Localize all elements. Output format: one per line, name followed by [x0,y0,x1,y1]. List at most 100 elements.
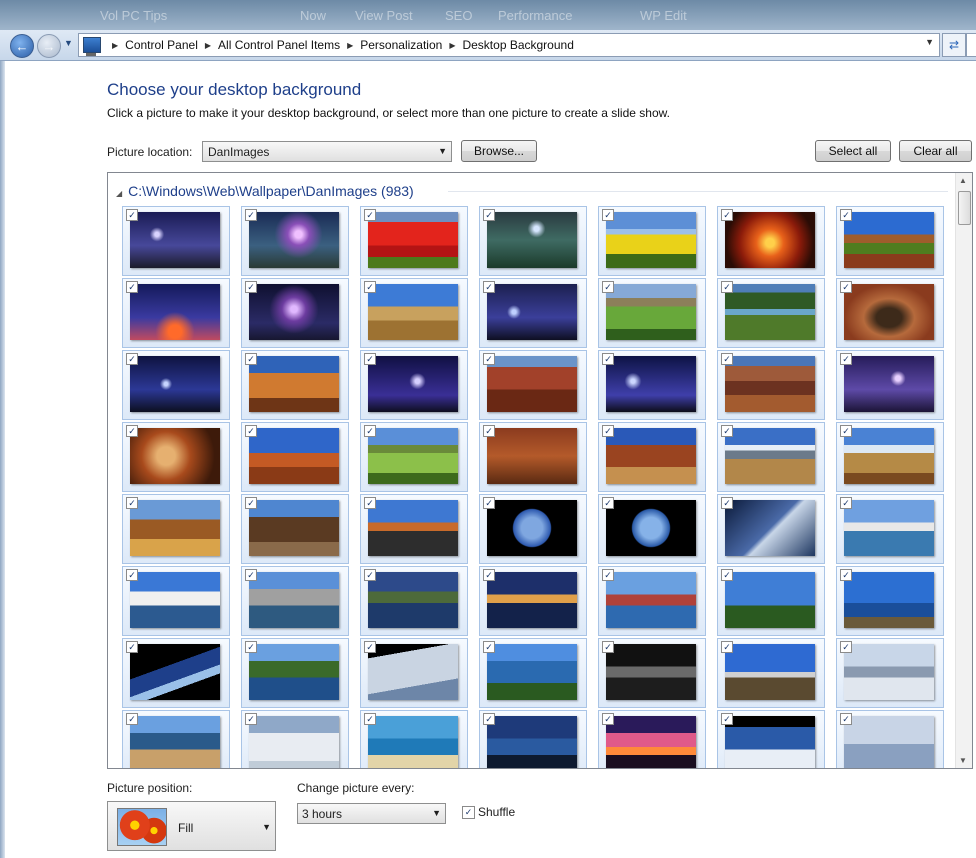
tile-checkbox[interactable]: ✓ [126,353,138,365]
tile-checkbox[interactable]: ✓ [364,209,376,221]
tile-checkbox[interactable]: ✓ [245,209,257,221]
tile-checkbox[interactable]: ✓ [602,641,614,653]
tile-checkbox[interactable]: ✓ [721,425,733,437]
wallpaper-tile-earth-globe-alt[interactable]: ✓ [598,494,706,564]
tile-checkbox[interactable]: ✓ [126,497,138,509]
wallpaper-tile-sunset-fire-clouds[interactable]: ✓ [717,206,825,276]
wallpaper-tile-wooden-barn[interactable]: ✓ [122,494,230,564]
tile-checkbox[interactable]: ✓ [721,569,733,581]
tile-checkbox[interactable]: ✓ [602,353,614,365]
tile-checkbox[interactable]: ✓ [364,281,376,293]
tile-checkbox[interactable]: ✓ [602,713,614,725]
chevron-right-icon[interactable]: ▶ [205,41,211,50]
wallpaper-tile-lightning-ocean-sunset[interactable]: ✓ [122,278,230,348]
shuffle-label[interactable]: Shuffle [478,805,515,819]
wallpaper-tile-grand-canyon[interactable]: ✓ [717,350,825,420]
wallpaper-tile-lightning-single[interactable]: ✓ [598,350,706,420]
tile-checkbox[interactable]: ✓ [602,425,614,437]
clear-all-button[interactable]: Clear all [899,140,972,162]
scroll-down-icon[interactable]: ▼ [959,756,967,765]
wallpaper-tile-lightning-night-water[interactable]: ✓ [241,278,349,348]
wallpaper-tile-wild-west-town[interactable]: ✓ [241,494,349,564]
breadcrumb-all-items[interactable]: All Control Panel Items [218,38,340,52]
tile-checkbox[interactable]: ✓ [840,281,852,293]
wallpaper-tile-rock-formation-sunset[interactable]: ✓ [241,350,349,420]
wallpaper-tile-coastline-lighthouse[interactable]: ✓ [479,638,587,708]
tile-checkbox[interactable]: ✓ [602,209,614,221]
tile-checkbox[interactable]: ✓ [483,497,495,509]
tile-checkbox[interactable]: ✓ [364,353,376,365]
wallpaper-tile-red-barn-field[interactable]: ✓ [836,206,944,276]
picture-position-select[interactable]: Fill ▼ [107,801,276,851]
tile-checkbox[interactable]: ✓ [483,713,495,725]
shuffle-checkbox[interactable]: ✓ [462,806,475,819]
tile-checkbox[interactable]: ✓ [364,569,376,581]
tile-checkbox[interactable]: ✓ [840,713,852,725]
wallpaper-tile-lightning-blue-city[interactable]: ✓ [479,278,587,348]
tile-checkbox[interactable]: ✓ [840,569,852,581]
tile-checkbox[interactable]: ✓ [721,641,733,653]
scroll-up-icon[interactable]: ▲ [959,176,967,185]
select-all-button[interactable]: Select all [815,140,891,162]
wallpaper-tile-lighthouse-coast[interactable]: ✓ [836,566,944,636]
tile-checkbox[interactable]: ✓ [126,281,138,293]
tile-checkbox[interactable]: ✓ [245,281,257,293]
tile-checkbox[interactable]: ✓ [840,641,852,653]
tile-checkbox[interactable]: ✓ [840,497,852,509]
wallpaper-tile-canyon-bend[interactable]: ✓ [836,278,944,348]
tile-checkbox[interactable]: ✓ [721,281,733,293]
wallpaper-tile-lighthouse-rocks[interactable]: ✓ [717,638,825,708]
tile-checkbox[interactable]: ✓ [483,641,495,653]
wallpaper-tile-fishing-village[interactable]: ✓ [598,566,706,636]
browse-button[interactable]: Browse... [461,140,537,162]
tile-checkbox[interactable]: ✓ [364,497,376,509]
change-interval-select[interactable]: 3 hours ▼ [297,803,446,824]
refresh-button[interactable]: ⇄ [942,33,966,57]
wallpaper-tile-golf-course-valley[interactable]: ✓ [598,278,706,348]
breadcrumb-desktop-background[interactable]: Desktop Background [462,38,573,52]
wallpaper-tile-lagoon-beach[interactable]: ✓ [360,710,468,768]
tile-checkbox[interactable]: ✓ [126,209,138,221]
tile-checkbox[interactable]: ✓ [126,425,138,437]
wallpaper-tile-marina-boats[interactable]: ✓ [122,566,230,636]
tile-checkbox[interactable]: ✓ [840,353,852,365]
wallpaper-tile-mountain-prairie[interactable]: ✓ [717,422,825,492]
tile-checkbox[interactable]: ✓ [483,209,495,221]
wallpaper-tile-sunset-silhouette[interactable]: ✓ [598,710,706,768]
picture-location-select[interactable]: DanImages ▼ [202,141,452,162]
tile-checkbox[interactable]: ✓ [245,569,257,581]
wallpaper-tile-earth-horizon[interactable]: ✓ [122,638,230,708]
tile-checkbox[interactable]: ✓ [483,281,495,293]
tile-checkbox[interactable]: ✓ [126,713,138,725]
collapse-triangle-icon[interactable]: ◢ [116,189,122,198]
wallpaper-tile-lightning-purple-sky[interactable]: ✓ [241,206,349,276]
wallpaper-tile-desert-road[interactable]: ✓ [360,494,468,564]
back-button[interactable]: ← [10,34,34,58]
tile-checkbox[interactable]: ✓ [721,209,733,221]
vertical-scrollbar[interactable]: ▲ ▼ [955,173,972,768]
chevron-right-icon[interactable]: ▶ [112,41,118,50]
tile-checkbox[interactable]: ✓ [602,497,614,509]
tile-checkbox[interactable]: ✓ [840,425,852,437]
tile-checkbox[interactable]: ✓ [483,425,495,437]
address-bar[interactable]: ▶ Control Panel ▶ All Control Panel Item… [78,33,940,57]
recent-pages-dropdown-icon[interactable]: ▼ [64,38,73,48]
wallpaper-tile-shuttle-blue[interactable]: ✓ [836,710,944,768]
tile-checkbox[interactable]: ✓ [721,497,733,509]
tile-checkbox[interactable]: ✓ [721,353,733,365]
wallpaper-tile-city-harbor-night[interactable]: ✓ [479,566,587,636]
wallpaper-tile-planet-clouds[interactable]: ✓ [360,638,468,708]
search-box[interactable] [966,33,976,57]
tile-checkbox[interactable]: ✓ [364,641,376,653]
wallpaper-tile-coastal-bay[interactable]: ✓ [122,710,230,768]
tile-checkbox[interactable]: ✓ [483,353,495,365]
wallpaper-tile-sky-lightning-green[interactable]: ✓ [479,206,587,276]
wallpaper-tile-earth-from-space[interactable]: ✓ [717,494,825,564]
wallpaper-tile-lightning-purple[interactable]: ✓ [836,350,944,420]
tile-checkbox[interactable]: ✓ [126,569,138,581]
wallpaper-tile-mountain-barn[interactable]: ✓ [836,422,944,492]
wallpaper-tile-lightning-cluster[interactable]: ✓ [360,350,468,420]
wallpaper-tile-chapel-palms[interactable]: ✓ [717,566,825,636]
tile-checkbox[interactable]: ✓ [245,425,257,437]
tile-checkbox[interactable]: ✓ [245,497,257,509]
